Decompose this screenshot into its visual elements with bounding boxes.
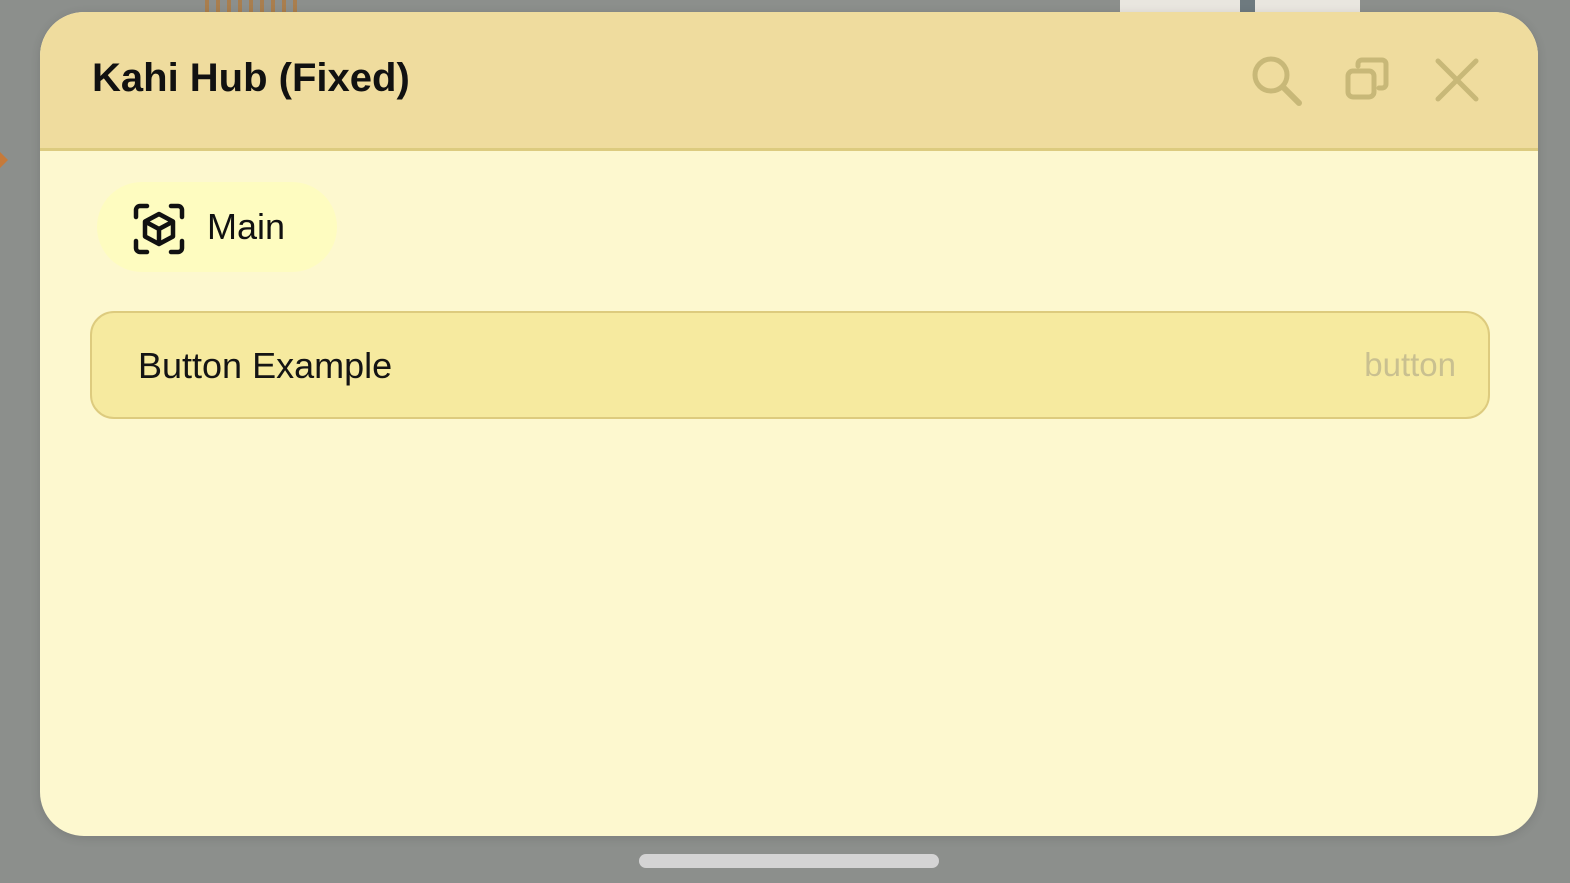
background-decoration xyxy=(1120,0,1420,12)
tab-main[interactable]: Main xyxy=(97,182,337,272)
element-type-label: button xyxy=(1364,346,1456,383)
close-button[interactable] xyxy=(1427,50,1487,110)
cube-scan-icon xyxy=(133,203,185,255)
tab-label: Main xyxy=(207,206,286,247)
search-icon xyxy=(1252,56,1302,106)
restore-icon xyxy=(1345,57,1389,100)
window-title: Kahi Hub (Fixed) xyxy=(92,56,410,100)
titlebar: Kahi Hub (Fixed) xyxy=(40,12,1538,151)
close-icon xyxy=(1435,58,1479,102)
button-example[interactable]: Button Example button xyxy=(90,311,1490,419)
home-indicator[interactable] xyxy=(639,854,939,868)
restore-button[interactable] xyxy=(1337,50,1397,110)
element-title: Button Example xyxy=(138,345,393,386)
hub-window: Kahi Hub (Fixed) Main Button Example but… xyxy=(40,12,1538,836)
background-arrow xyxy=(0,152,8,168)
background-decoration xyxy=(205,0,300,12)
search-button[interactable] xyxy=(1246,50,1306,110)
